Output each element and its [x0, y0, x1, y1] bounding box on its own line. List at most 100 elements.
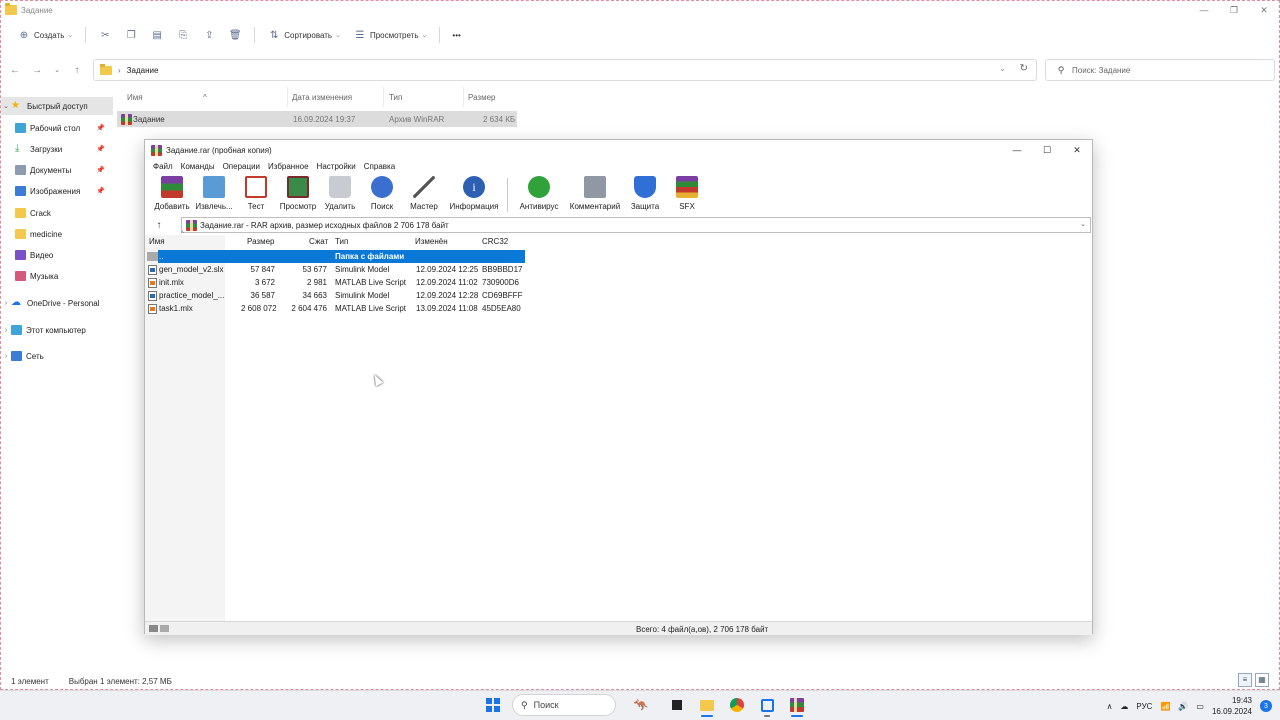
menu-favorites[interactable]: Избранное	[264, 160, 313, 174]
address-bar[interactable]: › Задание ⌄ ↻	[93, 59, 1037, 81]
maximize-button[interactable]: ❐	[1219, 1, 1249, 19]
nav-item-medicine[interactable]: medicine	[1, 225, 113, 243]
close-button[interactable]: ✕	[1062, 140, 1092, 160]
table-row[interactable]: practice_model_... 36 587 34 663 Simulin…	[145, 289, 525, 302]
copy-button[interactable]: ❐	[118, 24, 144, 46]
nav-item-music[interactable]: Музыка	[1, 267, 113, 285]
back-arrow-icon[interactable]: ←	[7, 61, 23, 79]
protect-button[interactable]: Защита	[624, 176, 666, 216]
nav-item-pictures[interactable]: Изображения 📌	[1, 182, 113, 200]
column-divider	[463, 87, 464, 107]
list-item[interactable]: Задание 16.09.2024 19:37 Архив WinRAR 2 …	[117, 111, 517, 127]
cloud-sync-icon[interactable]: ☁	[1120, 702, 1128, 711]
chevron-down-icon[interactable]: ⌄	[1080, 220, 1086, 228]
menu-file[interactable]: Файл	[149, 160, 177, 174]
refresh-icon[interactable]: ↻	[1020, 63, 1028, 74]
column-name[interactable]: Имя	[127, 93, 143, 102]
menu-settings[interactable]: Настройки	[313, 160, 360, 174]
create-button[interactable]: ⊕ Создать ⌄	[11, 24, 79, 46]
test-button[interactable]: Тест	[235, 176, 277, 216]
column-packed[interactable]: Сжат	[309, 237, 328, 246]
add-button[interactable]: Добавить	[151, 176, 193, 216]
extract-button[interactable]: Извлечь...	[193, 176, 235, 216]
nav-item-videos[interactable]: Видео	[1, 246, 113, 264]
menu-commands[interactable]: Команды	[177, 160, 219, 174]
nav-item-documents[interactable]: Документы 📌	[1, 161, 113, 179]
info-button[interactable]: i Информация	[445, 176, 503, 216]
minimize-button[interactable]: —	[1002, 140, 1032, 160]
column-name[interactable]: Имя	[149, 237, 165, 246]
recent-chevron-icon[interactable]: ⌄	[49, 61, 65, 79]
notification-badge[interactable]: 3	[1260, 700, 1272, 712]
sfx-button[interactable]: SFX	[666, 176, 708, 216]
show-hidden-icons-icon[interactable]: ∧	[1107, 702, 1113, 711]
column-type[interactable]: Тип	[389, 93, 402, 102]
more-button[interactable]: •••	[446, 24, 466, 46]
column-date[interactable]: Дата изменения	[292, 93, 352, 102]
nav-item-desktop[interactable]: Рабочий стол 📌	[1, 119, 113, 137]
maximize-button[interactable]: ☐	[1032, 140, 1062, 160]
nav-quick-access[interactable]: ⌄ ★ Быстрый доступ	[1, 97, 113, 115]
widgets-button[interactable]: 🦘	[624, 694, 658, 716]
drive-key-icon[interactable]	[149, 625, 171, 633]
up-arrow-icon[interactable]: ↑	[69, 61, 85, 79]
chrome-button[interactable]	[726, 694, 748, 716]
clock[interactable]: 19:43 16.09.2024	[1212, 695, 1252, 717]
cut-button[interactable]: ✂	[92, 24, 118, 46]
menu-operations[interactable]: Операции	[219, 160, 264, 174]
tiles-view-icon[interactable]: ▦	[1255, 673, 1269, 687]
delete-button[interactable]: Удалить	[319, 176, 361, 216]
nav-onedrive[interactable]: › ☁ OneDrive - Personal	[1, 294, 113, 312]
view-button[interactable]: ☰ Просмотреть ⌄	[347, 24, 433, 46]
archive-path[interactable]: Задание.rar - RAR архив, размер исходных…	[181, 217, 1091, 233]
winrar-taskbar-button[interactable]	[786, 694, 808, 717]
taskbar-search[interactable]: ⚲ Поиск	[512, 694, 616, 716]
expand-chevron-icon[interactable]: ⌄	[1, 102, 11, 110]
nav-network[interactable]: › Сеть	[1, 347, 113, 365]
breadcrumb-folder[interactable]: Задание	[127, 66, 159, 75]
menu-help[interactable]: Справка	[360, 160, 399, 174]
column-modified[interactable]: Изменён	[415, 237, 448, 246]
language-indicator[interactable]: РУС	[1136, 702, 1152, 711]
wizard-button[interactable]: Мастер	[403, 176, 445, 216]
share-button[interactable]: ⇪	[196, 24, 222, 46]
up-arrow-icon[interactable]: ↑	[149, 217, 169, 233]
expand-chevron-icon[interactable]: ›	[1, 327, 11, 334]
file-explorer-button[interactable]	[696, 694, 718, 717]
expand-chevron-icon[interactable]: ›	[1, 353, 11, 360]
volume-icon[interactable]: 🔊	[1178, 702, 1188, 711]
column-size[interactable]: Размер	[468, 93, 496, 102]
delete-button[interactable]: 🗑	[222, 24, 248, 46]
sort-button[interactable]: ⇅ Сортировать ⌄	[261, 24, 347, 46]
snipping-tool-button[interactable]	[756, 694, 778, 717]
expand-chevron-icon[interactable]: ›	[1, 300, 11, 307]
minimize-button[interactable]: —	[1189, 1, 1219, 19]
column-crc[interactable]: CRC32	[482, 237, 508, 246]
table-row[interactable]: gen_model_v2.slx 57 847 53 677 Simulink …	[145, 263, 525, 276]
search-input[interactable]: ⚲ Поиск: Задание	[1045, 59, 1275, 81]
find-button[interactable]: Поиск	[361, 176, 403, 216]
nav-this-pc[interactable]: › Этот компьютер	[1, 321, 113, 339]
wifi-icon[interactable]: 📶	[1160, 702, 1170, 711]
close-button[interactable]: ✕	[1249, 1, 1279, 19]
task-view-button[interactable]	[666, 694, 688, 716]
nav-item-crack[interactable]: Crack	[1, 204, 113, 222]
table-row[interactable]: task1.mlx 2 608 072 2 604 476 MATLAB Liv…	[145, 302, 525, 315]
forward-arrow-icon[interactable]: →	[29, 61, 45, 79]
navigation-pane: ⌄ ★ Быстрый доступ Рабочий стол 📌 ⤓ Загр…	[1, 95, 113, 685]
view-button[interactable]: Просмотр	[277, 176, 319, 216]
battery-icon[interactable]: ▭	[1196, 702, 1204, 711]
start-button[interactable]	[482, 694, 504, 716]
column-size[interactable]: Размер	[247, 237, 275, 246]
address-dropdown-icon[interactable]: ⌄	[999, 64, 1006, 73]
details-view-icon[interactable]: ≡	[1238, 673, 1252, 687]
comment-button[interactable]: Комментарий	[566, 176, 624, 216]
parent-folder-row[interactable]: .. Папка с файлами	[147, 250, 525, 263]
paste-button[interactable]: ▤	[144, 24, 170, 46]
table-row[interactable]: init.mlx 3 672 2 981 MATLAB Live Script …	[145, 276, 525, 289]
rename-button[interactable]: ⎘	[170, 24, 196, 46]
row-size: 57 847	[250, 265, 275, 274]
antivirus-button[interactable]: Антивирус	[512, 176, 566, 216]
nav-item-downloads[interactable]: ⤓ Загрузки 📌	[1, 140, 113, 158]
column-type[interactable]: Тип	[335, 237, 348, 246]
